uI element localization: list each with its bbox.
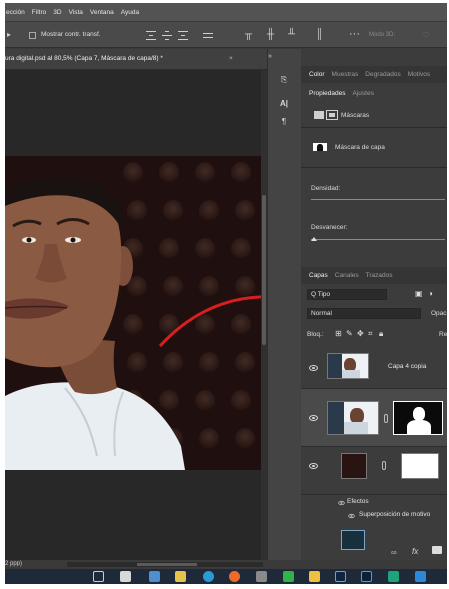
calculator-icon[interactable] [120, 571, 131, 582]
pattern-overlay-label: Superposición de motivo [359, 511, 431, 518]
layer-mask-thumb-icon [313, 143, 327, 151]
opacity-label: Opac [431, 310, 447, 317]
tab-channels[interactable]: Canales [335, 272, 359, 279]
layer-filter-select[interactable]: Q Tipo [307, 289, 387, 300]
tab-swatches[interactable]: Muestras [332, 71, 359, 78]
firefox-icon[interactable] [229, 571, 240, 582]
density-label: Densidad: [311, 185, 341, 192]
density-slider[interactable] [311, 199, 445, 200]
lock-label: Bloq.: [307, 331, 324, 338]
lock-position-icon[interactable]: ✥ [357, 329, 364, 338]
layer-row[interactable] [301, 447, 447, 495]
canvas-horizontal-scrollbar[interactable] [67, 562, 263, 567]
feather-slider[interactable] [311, 237, 445, 241]
vector-mask-icon[interactable] [326, 110, 338, 120]
effects-label: Efectos [347, 498, 369, 505]
lock-image-icon[interactable]: ✎ [346, 329, 353, 338]
effects-visibility-icon[interactable] [338, 500, 345, 506]
layer-thumbnail [341, 453, 367, 479]
fx-icon[interactable]: fx [412, 547, 418, 556]
layer-row[interactable]: Capa 4 copia [301, 345, 447, 389]
canvas-area[interactable] [5, 70, 424, 560]
photoshop-window: ección Filtro 3D Vista Ventana Ayuda ▸ M… [5, 3, 447, 584]
photoshop-icon[interactable] [361, 571, 372, 582]
paragraph-icon[interactable]: ¶ [277, 115, 291, 129]
right-panels: Color Muestras Degradados Motivos Propie… [301, 49, 447, 560]
history-icon[interactable]: ⎘ [277, 73, 291, 87]
tab-patterns[interactable]: Motivos [408, 71, 430, 78]
character-icon[interactable]: A| [277, 97, 291, 111]
explorer-icon[interactable] [309, 571, 320, 582]
windows-taskbar [5, 569, 447, 584]
pixel-mask-icon[interactable] [314, 111, 324, 119]
layer-thumbnail [327, 353, 369, 379]
chat-app-icon[interactable] [388, 571, 399, 582]
filter-image-icon[interactable]: ▣ [415, 289, 423, 298]
blend-mode-select[interactable]: Normal [307, 308, 421, 319]
pattern-overlay-visibility-icon[interactable] [348, 513, 355, 519]
mask-link-icon[interactable] [384, 414, 388, 423]
weather-icon[interactable] [149, 571, 160, 582]
collapse-panels-icon[interactable]: » [268, 53, 272, 60]
layer-mask-label: Máscara de capa [335, 144, 385, 151]
lock-artboard-icon[interactable]: ⌗ [368, 329, 373, 339]
mask-link-icon[interactable] [382, 461, 386, 470]
layer-mask-thumbnail[interactable] [393, 401, 443, 435]
status-info: 2 ppp) [5, 561, 23, 567]
visibility-eye-icon[interactable] [309, 463, 318, 469]
task-view-icon[interactable] [93, 571, 104, 582]
feather-label: Desvanecer: [311, 224, 348, 231]
store-icon[interactable] [175, 571, 186, 582]
lightroom-icon[interactable] [335, 571, 346, 582]
checkmark-icon[interactable] [415, 571, 426, 582]
tab-paths[interactable]: Trazados [366, 272, 393, 279]
layer-thumbnail [327, 401, 379, 435]
tab-properties[interactable]: Propiedades [309, 90, 346, 97]
layer-mask-thumbnail[interactable] [401, 453, 439, 479]
panel-dock-strip: » ⎘ A| ¶ [267, 49, 301, 560]
add-mask-icon[interactable] [432, 546, 442, 554]
green-app-icon[interactable] [283, 571, 294, 582]
layer-thumbnail [341, 530, 365, 550]
layer-row-selected[interactable] [301, 389, 447, 447]
layers-panel-tabs: Capas Canales Trazados [301, 267, 447, 284]
tab-gradients[interactable]: Degradados [365, 71, 400, 78]
app-icon[interactable] [256, 571, 267, 582]
lock-transparent-icon[interactable]: ⊞ [335, 329, 342, 338]
visibility-eye-icon[interactable] [309, 365, 318, 371]
lock-all-icon[interactable]: 🔒︎ [379, 329, 383, 339]
masks-label: Máscaras [341, 112, 370, 119]
color-panel-tabs: Color Muestras Degradados Motivos [301, 66, 447, 83]
edge-icon[interactable] [203, 571, 214, 582]
layer-name[interactable]: Capa 4 copia [388, 363, 426, 370]
link-layers-icon[interactable]: ∞ [391, 548, 397, 557]
fill-label: Re [439, 331, 447, 338]
filter-adjust-icon[interactable]: ◑ [428, 289, 433, 298]
visibility-eye-icon[interactable] [309, 415, 318, 421]
tab-layers[interactable]: Capas [309, 272, 328, 279]
tab-adjustments[interactable]: Ajustes [353, 90, 374, 97]
tab-color[interactable]: Color [309, 71, 325, 78]
properties-panel-tabs: Propiedades Ajustes [301, 85, 447, 102]
